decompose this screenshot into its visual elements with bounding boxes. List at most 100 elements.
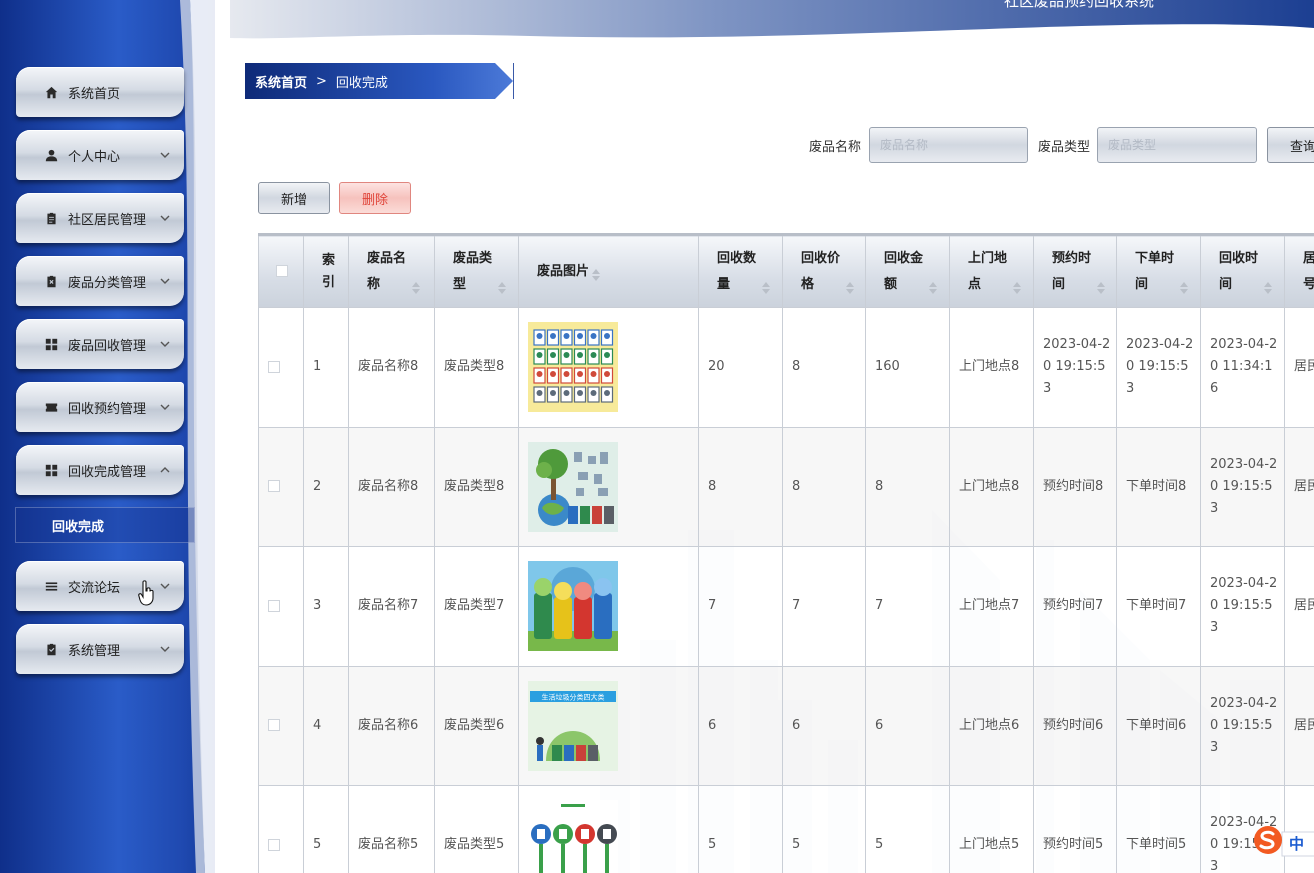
sort-icon[interactable] — [846, 278, 854, 294]
row-select-cell[interactable] — [258, 307, 304, 428]
table-row[interactable]: 1 废品名称8 废品类型8 20 8 160 上门地点8 2023-04-20 19:15:5… — [258, 307, 1314, 428]
table-row[interactable]: 5 废品名称5 废品类型5 5 5 5 上门地点5 预约时间5 下单时间5 2023-04-20 … — [258, 785, 1314, 873]
waste-image[interactable]: 生活垃圾分类四大类 — [528, 680, 698, 771]
sidebar-item-system-management[interactable]: 系统管理 — [16, 624, 184, 674]
cell-resident-account: 居民 — [1284, 665, 1314, 786]
cell-resident-account: 居民 — [1284, 546, 1314, 667]
ime-indicator[interactable] — [1252, 826, 1314, 858]
search-type-input[interactable] — [1097, 127, 1257, 163]
sort-icon[interactable] — [412, 278, 420, 294]
sort-icon[interactable] — [762, 278, 770, 294]
table-row[interactable]: 3 废品名称7 废品类型7 7 7 7 上门地点7 预约时间7 下单时间7 2023-04-20 … — [258, 546, 1314, 667]
row-select-cell[interactable] — [258, 665, 304, 786]
breadcrumb-home-link[interactable]: 系统首页 — [255, 72, 307, 91]
header-label: 居民账号 — [1303, 250, 1314, 292]
sidebar-item-resident-management[interactable]: 社区居民管理 — [16, 193, 184, 243]
add-button[interactable]: 新增 — [258, 182, 330, 214]
header-image[interactable]: 废品图片 — [518, 233, 699, 308]
sort-icon[interactable] — [1180, 278, 1188, 294]
header-type[interactable]: 废品类型 — [434, 233, 519, 308]
row-select-cell[interactable] — [258, 785, 304, 873]
table-row[interactable]: 2 废品名称8 废品类型8 8 8 8 上门地点8 预约时间8 下单时间8 2023-04-20 … — [258, 426, 1314, 547]
row-checkbox[interactable] — [268, 838, 280, 851]
cell-name: 废品名称5 — [348, 785, 435, 873]
header-address[interactable]: 上门地点 — [949, 233, 1034, 308]
select-all-checkbox[interactable] — [276, 265, 288, 277]
cell-order-time: 2023-04-20 19:15:53 — [1116, 307, 1201, 428]
row-checkbox[interactable] — [268, 599, 280, 612]
table-row[interactable]: 4 废品名称6 废品类型6 生活垃圾分类四大类 6 6 6 上门地点6 预约时间6 下单时间6 20… — [258, 665, 1314, 786]
sidebar-item-recycle-management[interactable]: 废品回收管理 — [16, 319, 184, 369]
waste-image[interactable] — [528, 322, 698, 413]
cell-resident-account: 居民 — [1284, 307, 1314, 428]
home-icon — [44, 85, 58, 99]
cell-quantity: 8 — [698, 426, 783, 547]
chevron-down-icon — [160, 639, 170, 652]
chevron-down-icon — [160, 271, 170, 284]
cell-image[interactable]: 生活垃圾分类四大类 — [518, 665, 699, 786]
header-label: 下单时间 — [1135, 250, 1175, 292]
header-select-all[interactable] — [258, 233, 304, 308]
sort-icon[interactable] — [1264, 278, 1272, 294]
ime-label: 中 — [1289, 835, 1305, 853]
sort-icon[interactable] — [1097, 278, 1105, 294]
cell-address: 上门地点6 — [949, 665, 1034, 786]
waste-image[interactable] — [528, 800, 698, 873]
sort-icon[interactable] — [498, 278, 506, 294]
sidebar-item-label: 废品回收管理 — [68, 338, 147, 354]
cell-appointment-time: 预约时间7 — [1033, 546, 1117, 667]
sidebar-item-appointment-management[interactable]: 回收预约管理 — [16, 382, 184, 432]
query-button[interactable]: 查询 — [1267, 127, 1314, 163]
clipboard-icon — [44, 211, 58, 225]
row-select-cell[interactable] — [258, 426, 304, 547]
cell-amount: 7 — [865, 546, 950, 667]
header-quantity[interactable]: 回收数量 — [698, 233, 783, 308]
cell-image[interactable] — [518, 426, 699, 547]
cell-image[interactable] — [518, 307, 699, 428]
header-price[interactable]: 回收价格 — [782, 233, 866, 308]
header-recycle-time[interactable]: 回收时间 — [1200, 233, 1285, 308]
cell-index: 1 — [303, 307, 349, 428]
waste-image[interactable] — [528, 561, 698, 652]
row-checkbox[interactable] — [268, 360, 280, 373]
cell-amount: 6 — [865, 665, 950, 786]
sidebar-item-label: 社区居民管理 — [68, 212, 147, 228]
row-checkbox[interactable] — [268, 480, 280, 493]
chevron-down-icon — [160, 397, 170, 410]
svg-text:生活垃圾分类四大类: 生活垃圾分类四大类 — [542, 692, 605, 701]
sidebar-item-category-management[interactable]: 废品分类管理 — [16, 256, 184, 306]
waste-image[interactable] — [528, 441, 698, 532]
row-checkbox[interactable] — [268, 719, 280, 732]
header-order-time[interactable]: 下单时间 — [1116, 233, 1201, 308]
sidebar-item-completion-management[interactable]: 回收完成管理 — [16, 445, 184, 495]
header-resident-account[interactable]: 居民账号 — [1284, 233, 1314, 308]
row-select-cell[interactable] — [258, 546, 304, 667]
sort-icon[interactable] — [1013, 278, 1021, 294]
sidebar-item-home[interactable]: 系统首页 — [16, 67, 184, 117]
chevron-down-icon — [160, 334, 170, 347]
cell-type: 废品类型6 — [434, 665, 519, 786]
search-name-input[interactable] — [869, 127, 1028, 163]
sidebar-item-label: 交流论坛 — [68, 580, 121, 596]
cell-appointment-time: 预约时间5 — [1033, 785, 1117, 873]
delete-button[interactable]: 删除 — [339, 182, 411, 214]
submenu-item-recycle-completed[interactable]: 回收完成 — [15, 507, 195, 543]
sidebar-item-forum[interactable]: 交流论坛 — [16, 561, 184, 611]
header-name[interactable]: 废品名称 — [348, 233, 435, 308]
chevron-down-icon — [160, 208, 170, 221]
sort-icon[interactable] — [592, 265, 601, 281]
cell-appointment-time: 预约时间8 — [1033, 426, 1117, 547]
table-body: 1 废品名称8 废品类型8 20 8 160 上门地点8 2023-04-20 19:15:5… — [258, 307, 1314, 873]
header-amount[interactable]: 回收金额 — [865, 233, 950, 308]
chevron-up-icon — [160, 460, 170, 473]
clipboard-check-icon — [44, 642, 58, 656]
header-appointment-time[interactable]: 预约时间 — [1033, 233, 1117, 308]
sort-icon[interactable] — [929, 278, 937, 294]
cell-amount: 8 — [865, 426, 950, 547]
cell-image[interactable] — [518, 785, 699, 873]
cell-recycle-time: 2023-04-20 19:15:53 — [1200, 426, 1285, 547]
cell-price: 8 — [782, 307, 866, 428]
app-title: 社区废品预约回收系统 — [1003, 0, 1154, 10]
sidebar-item-personal-center[interactable]: 个人中心 — [16, 130, 184, 180]
cell-image[interactable] — [518, 546, 699, 667]
